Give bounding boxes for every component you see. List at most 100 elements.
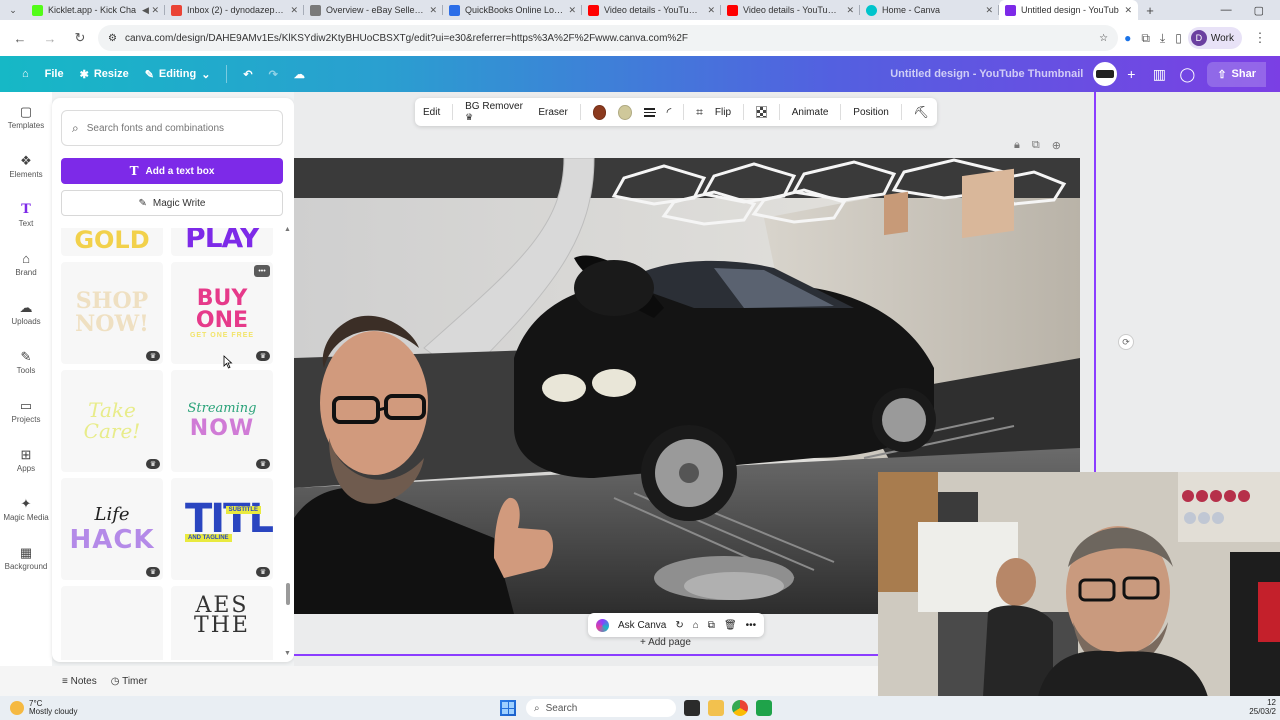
taskbar-clock[interactable]: 12 25/03/2 [1249,698,1280,717]
text-preset-gold[interactable]: GOLD [61,228,163,256]
browser-tab[interactable]: Kicklet.app - Kick Cha ◀ ✕ [26,0,165,20]
eraser-button[interactable]: Eraser [538,107,567,118]
weather-widget[interactable]: 7°C Mostly cloudy [0,699,500,717]
text-preset-life-hack[interactable]: Life HACK ♛ [61,478,163,580]
border-style-icon[interactable] [643,107,656,117]
close-icon[interactable]: ✕ [290,5,298,16]
close-icon[interactable]: ✕ [707,5,715,16]
panel-scrollbar[interactable]: ▲ ▼ [284,226,291,658]
bg-remover-button[interactable]: BG Remover ♛ [465,101,526,123]
ask-canva-button[interactable]: Ask Canva [618,620,666,631]
scroll-up-icon[interactable]: ▲ [284,226,291,233]
browser-tab[interactable]: Overview - eBay Seller Hu ✕ [304,0,443,20]
file-menu-button[interactable]: File [37,64,72,84]
close-icon[interactable]: ✕ [1124,5,1132,16]
profile-chip[interactable]: D Work [1187,27,1242,49]
duplicate-icon[interactable]: ⧉ [708,620,715,631]
lock-icon[interactable]: ⌂ [693,620,699,631]
text-preset-streaming-now[interactable]: Streaming NOW ♛ [171,370,273,472]
position-button[interactable]: Position [853,107,889,118]
browser-tab-active[interactable]: Untitled design - YouTub ✕ [999,0,1138,20]
rail-item-brand[interactable]: ⌂ Brand [0,240,52,289]
windows-start-icon[interactable] [500,700,516,716]
rail-item-magic-media[interactable]: ✦ Magic Media [0,485,52,534]
undo-icon[interactable]: ↶ [235,64,260,85]
browser-tab[interactable]: Video details - YouTube S ✕ [721,0,860,20]
color-swatch-brown[interactable] [592,104,607,120]
resize-button[interactable]: ✱ Resize [72,64,137,85]
animate-button[interactable]: Animate [792,107,829,118]
add-page-button[interactable]: + Add page [640,637,691,648]
close-icon[interactable]: ✕ [985,5,993,16]
crop-icon[interactable]: ⌗ [696,105,703,120]
extensions-puzzle-icon[interactable]: ⧉ [1141,31,1150,46]
browser-menu-icon[interactable]: ⋮ [1248,26,1272,50]
editing-mode-button[interactable]: ✎ Editing ⌄ [137,64,219,85]
transparency-icon[interactable] [755,106,767,118]
browser-tab[interactable]: Inbox (2) - dynodazepp@ ✕ [165,0,304,20]
notes-button[interactable]: ≡ Notes [62,676,97,687]
flip-button[interactable]: Flip [715,107,731,118]
paint-roller-icon[interactable]: ⛏ [914,105,929,119]
font-search-box[interactable]: ⌕ [61,110,283,146]
forward-icon[interactable]: → [38,26,62,50]
rail-item-projects[interactable]: ▭ Projects [0,387,52,436]
add-collaborator-icon[interactable]: + [1117,60,1145,88]
close-icon[interactable]: ✕ [429,5,437,16]
more-icon[interactable]: ••• [746,620,757,631]
more-options-icon[interactable]: ••• [254,265,270,277]
browser-tab[interactable]: Home - Canva ✕ [860,0,999,20]
text-preset-aes[interactable]: AES THE [171,586,273,660]
delete-icon[interactable]: 🗑︎ [724,620,737,631]
comment-icon[interactable]: ◯ [1173,60,1201,88]
task-view-icon[interactable] [684,700,700,716]
rail-item-apps[interactable]: ⊞ Apps [0,436,52,485]
corner-rounding-icon[interactable]: ◜ [667,105,672,119]
minimize-icon[interactable]: — [1221,4,1232,17]
tab-mute-icon[interactable]: ◀ ✕ [142,5,159,16]
rail-item-templates[interactable]: ▢ Templates [0,93,52,142]
sidepanel-icon[interactable]: ▯ [1175,31,1182,45]
extension-badge-icon[interactable]: ● [1124,31,1131,45]
text-preset-play[interactable]: PLAY [171,228,273,256]
reload-icon[interactable]: ↻ [68,26,92,50]
rail-item-tools[interactable]: ✎ Tools [0,338,52,387]
font-search-input[interactable] [86,122,267,134]
bookmark-star-icon[interactable]: ☆ [1099,33,1108,44]
duplicate-page-icon[interactable]: ⧉ [1032,139,1040,152]
browser-tab[interactable]: Video details - YouTube S ✕ [582,0,721,20]
rail-item-elements[interactable]: ❖ Elements [0,142,52,191]
app-icon[interactable] [756,700,772,716]
timer-button[interactable]: ◷ Timer [111,676,148,687]
site-info-icon[interactable]: ⚙ [108,33,117,44]
add-text-box-button[interactable]: T Add a text box [61,158,283,184]
text-preset-take-care[interactable]: Take Care! ♛ [61,370,163,472]
chrome-icon[interactable] [732,700,748,716]
cloud-saved-icon[interactable]: ☁ [286,64,313,85]
rail-item-uploads[interactable]: ☁ Uploads [0,289,52,338]
color-swatch-beige[interactable] [618,104,632,120]
scroll-down-icon[interactable]: ▼ [284,650,291,657]
tab-search-chevron-icon[interactable]: ⌄ [0,0,26,20]
browser-tab[interactable]: QuickBooks Online Login ✕ [443,0,582,20]
insights-chart-icon[interactable]: ▥ [1145,60,1173,88]
url-bar[interactable]: ⚙ canva.com/design/DAHE9AMv1Es/KlKSYdiw2… [98,25,1119,51]
maximize-icon[interactable]: ▢ [1254,4,1264,17]
download-icon[interactable]: ⤓ [1160,31,1165,46]
scroll-thumb[interactable] [286,583,290,605]
text-preset-shop-now[interactable]: SHOP NOW! ♛ [61,262,163,364]
lock-icon[interactable]: 🔒︎ [1014,139,1020,152]
rail-item-text[interactable]: T Text [0,191,52,240]
taskbar-search[interactable]: ⌕ Search [526,699,676,717]
file-explorer-icon[interactable] [708,700,724,716]
magic-write-button[interactable]: ✎ Magic Write [61,190,283,216]
refresh-icon[interactable]: ↻ [675,620,683,631]
rail-item-background[interactable]: ▦ Background [0,534,52,583]
text-preset-buy-one[interactable]: BUY ONE GET ONE FREE ••• ♛ [171,262,273,364]
redo-icon[interactable]: ↷ [261,64,286,85]
close-icon[interactable]: ✕ [568,5,576,16]
close-icon[interactable]: ✕ [846,5,854,16]
add-page-icon[interactable]: ⊕ [1052,139,1061,152]
home-icon[interactable]: ⌂ [14,64,37,84]
design-title[interactable]: Untitled design - YouTube Thumbnail [890,68,1083,80]
